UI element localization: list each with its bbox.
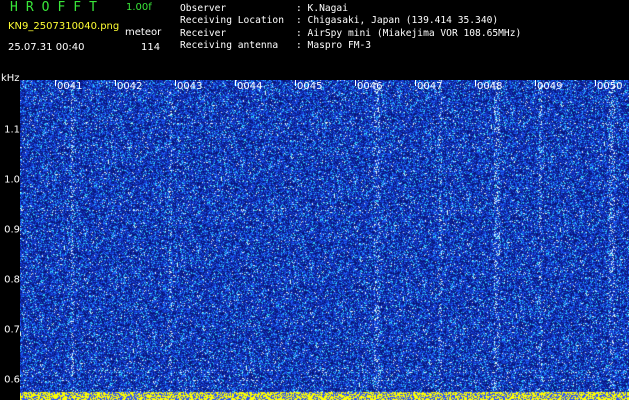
x-tick-mark [295,80,296,86]
x-tick-mark [175,80,176,86]
y-tick-label: 0.9 [4,224,20,236]
station-value: : AirSpy mini (Miakejima VOR 108.65MHz) [296,27,522,39]
station-row-receiver: Receiver : AirSpy mini (Miakejima VOR 108… [180,28,521,40]
x-tick-label: 0044 [237,81,263,92]
station-row-location: Receiving Location : Chigasaki, Japan (13… [180,15,521,27]
x-tick-label: 0049 [537,81,563,92]
y-tick-label: 0.7 [4,324,20,336]
station-row-observer: Observer : K.Nagai [180,3,521,15]
station-label: Receiving antenna [180,39,279,51]
station-value: : Maspro FM-3 [296,39,372,51]
app-version: 1.00f [126,2,152,13]
date-time: 25.07.31 00:40 [8,42,85,53]
header-panel: HROFFT 1.00f KN9_2507310040.png meteor 2… [0,0,629,78]
x-tick-label: 0047 [417,81,443,92]
x-tick-mark [595,80,596,86]
station-label: Observer [180,3,227,14]
spectrogram-plot [20,80,629,400]
station-info: Observer : K.Nagai Receiving Location : Ch… [180,3,521,52]
spectrogram-canvas [20,80,629,400]
x-tick-mark [355,80,356,86]
file-name: KN9_2507310040.png [8,21,120,32]
station-value: : K.Nagai [296,3,348,14]
station-label: Receiving Location [180,15,284,27]
x-tick-mark [55,80,56,86]
x-tick-label: 0041 [57,81,83,92]
x-tick-label: 0043 [177,81,203,92]
x-tick-mark [415,80,416,86]
observation-mode: meteor [125,27,162,38]
x-tick-mark [475,80,476,86]
station-row-antenna: Receiving antenna : Maspro FM-3 [180,40,521,52]
event-count: 114 [141,42,161,53]
x-tick-label: 0046 [357,81,383,92]
y-tick-label: 1.1 [4,124,20,136]
x-tick-label: 0042 [117,81,143,92]
app-logo: HROFFT [10,0,105,15]
y-tick-label: 0.6 [4,374,20,386]
y-tick-label: 0.8 [4,274,20,286]
x-tick-mark [115,80,116,86]
x-tick-mark [535,80,536,86]
y-tick-label: 1.0 [4,174,20,186]
x-tick-label: 0048 [477,81,503,92]
x-tick-label: 0045 [297,81,323,92]
x-tick-mark [235,80,236,86]
station-value: : Chigasaki, Japan (139.414 35.340) [296,15,499,27]
x-tick-label: 0050 [597,81,623,92]
station-label: Receiver [180,27,227,39]
y-axis-unit: kHz [1,73,20,84]
